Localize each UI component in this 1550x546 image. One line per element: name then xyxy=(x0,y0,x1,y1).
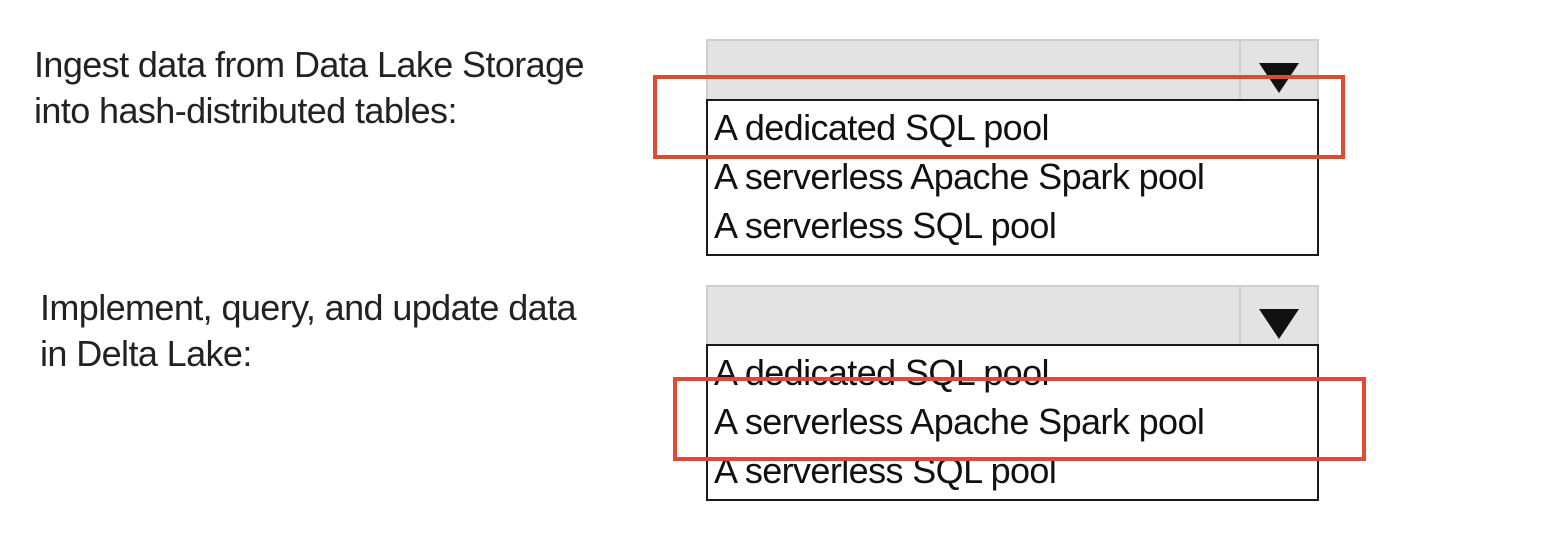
question-2-prompt-line-1: Implement, query, and update data xyxy=(40,287,577,328)
question-1-option-list: A dedicated SQL pool A serverless Apache… xyxy=(706,99,1319,256)
question-1-prompt: Ingest data from Data Lake Storage into … xyxy=(34,42,585,134)
chevron-down-icon xyxy=(1259,63,1299,93)
question-1-dropdown[interactable] xyxy=(706,39,1319,101)
question-2-dropdown-button[interactable] xyxy=(1239,287,1317,345)
question-2-option-list: A dedicated SQL pool A serverless Apache… xyxy=(706,344,1319,501)
question-1-dropdown-button[interactable] xyxy=(1239,41,1317,99)
question-2-prompt: Implement, query, and update data in Del… xyxy=(40,285,577,377)
question-2-prompt-line-2: in Delta Lake: xyxy=(40,333,252,374)
question-1-option-serverless-spark-pool[interactable]: A serverless Apache Spark pool xyxy=(708,152,1317,201)
question-1-option-serverless-sql-pool[interactable]: A serverless SQL pool xyxy=(708,201,1317,250)
question-1-prompt-line-2: into hash-distributed tables: xyxy=(34,90,457,131)
question-2-dropdown[interactable] xyxy=(706,285,1319,347)
question-2-option-serverless-sql-pool[interactable]: A serverless SQL pool xyxy=(708,446,1317,495)
question-2-option-dedicated-sql-pool[interactable]: A dedicated SQL pool xyxy=(708,348,1317,397)
question-1-option-dedicated-sql-pool[interactable]: A dedicated SQL pool xyxy=(708,103,1317,152)
question-2-option-serverless-spark-pool[interactable]: A serverless Apache Spark pool xyxy=(708,397,1317,446)
chevron-down-icon xyxy=(1259,309,1299,339)
question-1-prompt-line-1: Ingest data from Data Lake Storage xyxy=(34,44,585,85)
